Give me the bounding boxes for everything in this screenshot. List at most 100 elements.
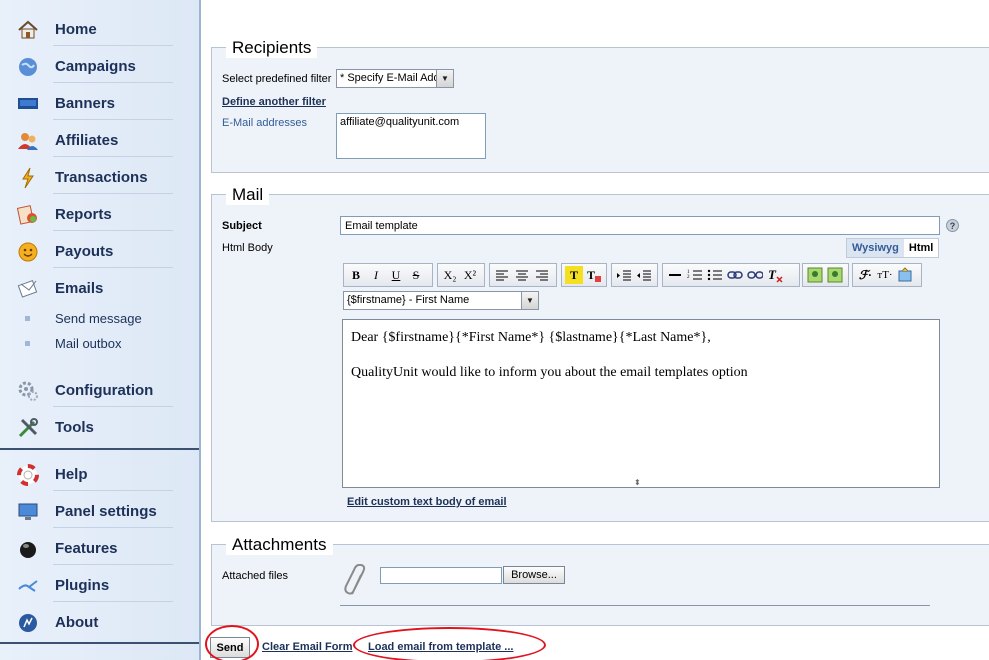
nav-plugins[interactable]: Plugins <box>0 567 199 604</box>
align-toolbar <box>489 263 557 287</box>
horizontal-rule-icon[interactable] <box>666 266 684 284</box>
body-paragraph: Dear {$firstname}{*First Name*} {$lastna… <box>351 330 711 345</box>
mask <box>353 636 359 658</box>
send-button[interactable]: Send <box>210 637 250 658</box>
nav-campaigns[interactable]: Campaigns <box>0 48 199 85</box>
divider <box>53 406 173 407</box>
divider <box>53 490 173 491</box>
file-path-input[interactable] <box>380 567 502 584</box>
indent-icon[interactable] <box>615 266 633 284</box>
italic-button[interactable]: I <box>367 266 385 284</box>
report-icon <box>17 204 39 226</box>
nav-help[interactable]: Help <box>0 456 199 493</box>
nav-mail-outbox[interactable]: Mail outbox <box>0 332 199 356</box>
font-size-icon[interactable]: ᴛT· <box>876 266 894 284</box>
unordered-list-icon[interactable] <box>706 266 724 284</box>
ordered-list-icon[interactable]: 12 <box>686 266 704 284</box>
divider <box>53 82 173 83</box>
nav-reports[interactable]: Reports <box>0 196 199 233</box>
load-template-link[interactable]: Load email from template ... <box>368 641 513 653</box>
email-body-editor[interactable]: Dear {$firstname}{*First Name*} {$lastna… <box>342 319 940 488</box>
outdent-icon[interactable] <box>635 266 653 284</box>
nav-send-message[interactable]: Send message <box>0 307 199 331</box>
subject-input[interactable]: Email template <box>340 216 940 235</box>
html-body-label: Html Body <box>222 242 273 254</box>
emails-textarea[interactable]: affiliate@qualityunit.com <box>336 113 486 159</box>
clear-email-form-link[interactable]: Clear Email Form <box>262 641 352 653</box>
monitor-icon <box>17 93 39 115</box>
nav-about-label: About <box>55 614 99 631</box>
users-icon <box>17 130 39 152</box>
underline-button[interactable]: U <box>387 266 405 284</box>
divider <box>53 527 173 528</box>
chevron-down-icon[interactable]: ▼ <box>521 292 538 309</box>
envelope-icon <box>17 278 39 300</box>
home-icon <box>17 19 39 41</box>
nav-transactions[interactable]: Transactions <box>0 159 199 196</box>
font-toolbar: ℱ· ᴛT· <box>852 263 922 287</box>
image-icon[interactable] <box>806 266 824 284</box>
globe-icon <box>17 56 39 78</box>
variable-select[interactable]: {$firstname} - First Name ▼ <box>343 291 539 310</box>
divider <box>53 156 173 157</box>
bold-button[interactable]: B <box>347 266 365 284</box>
tab-html[interactable]: Html <box>903 239 939 257</box>
chevron-down-icon[interactable]: ▼ <box>436 70 453 87</box>
tools-icon <box>17 417 39 439</box>
nav-tools-label: Tools <box>55 419 94 436</box>
superscript-button[interactable]: X² <box>461 266 479 284</box>
nav-plugins-label: Plugins <box>55 577 110 594</box>
align-center-icon[interactable] <box>513 266 531 284</box>
nav-emails-label: Emails <box>55 280 104 297</box>
help-icon[interactable]: ? <box>946 219 959 232</box>
nav-payouts-label: Payouts <box>55 243 114 260</box>
emails-label: E-Mail addresses <box>222 117 307 129</box>
subscript-button[interactable]: X₂ <box>441 266 459 284</box>
recipients-legend: Recipients <box>226 38 318 58</box>
divider <box>53 230 173 231</box>
strikethrough-button[interactable]: S <box>407 266 425 284</box>
nav-tools[interactable]: Tools <box>0 409 199 446</box>
plug-icon <box>17 575 39 597</box>
align-left-icon[interactable] <box>493 266 511 284</box>
mail-legend: Mail <box>226 185 270 205</box>
font-family-icon[interactable]: ℱ· <box>856 266 874 284</box>
define-filter-link[interactable]: Define another filter <box>222 96 326 108</box>
link-icon[interactable] <box>726 266 744 284</box>
script-toolbar: X₂ X² <box>437 263 485 287</box>
nav-panel-settings[interactable]: Panel settings <box>0 493 199 530</box>
section-divider <box>0 448 199 450</box>
nav-home[interactable]: Home <box>0 11 199 48</box>
sidebar: Home Campaigns Banners Affiliates Transa… <box>0 0 201 660</box>
filter-select[interactable]: * Specify E-Mail Add ▼ <box>336 69 454 88</box>
tab-wysiwyg[interactable]: Wysiwyg <box>847 239 904 257</box>
unlink-icon[interactable] <box>746 266 764 284</box>
divider <box>340 605 930 606</box>
coin-icon <box>17 241 39 263</box>
resize-handle-icon[interactable]: ⬍ <box>634 478 641 487</box>
browse-button[interactable]: Browse... <box>503 566 565 584</box>
nav-configuration[interactable]: Configuration <box>0 372 199 409</box>
insert-template-icon[interactable] <box>896 266 914 284</box>
nav-emails[interactable]: Emails <box>0 270 199 307</box>
background-color-icon[interactable]: T <box>585 266 603 284</box>
nav-banners[interactable]: Banners <box>0 85 199 122</box>
remove-format-icon[interactable]: T <box>766 266 784 284</box>
edit-custom-text-link[interactable]: Edit custom text body of email <box>347 496 507 508</box>
nav-about[interactable]: About <box>0 604 199 641</box>
nav-transactions-label: Transactions <box>55 169 148 186</box>
nav-home-label: Home <box>55 21 97 38</box>
editor-mode-tabs: Wysiwyg Html <box>846 238 940 258</box>
divider <box>53 45 173 46</box>
nav-help-label: Help <box>55 466 88 483</box>
variable-select-value: {$firstname} - First Name <box>347 294 470 306</box>
nav-affiliates[interactable]: Affiliates <box>0 122 199 159</box>
filter-label: Select predefined filter <box>222 73 332 85</box>
text-color-icon[interactable]: T <box>565 266 583 284</box>
nav-payouts[interactable]: Payouts <box>0 233 199 270</box>
attachments-legend: Attachments <box>226 535 333 555</box>
nav-features[interactable]: Features <box>0 530 199 567</box>
image-edit-icon[interactable] <box>826 266 844 284</box>
align-right-icon[interactable] <box>533 266 551 284</box>
about-icon <box>17 612 39 634</box>
